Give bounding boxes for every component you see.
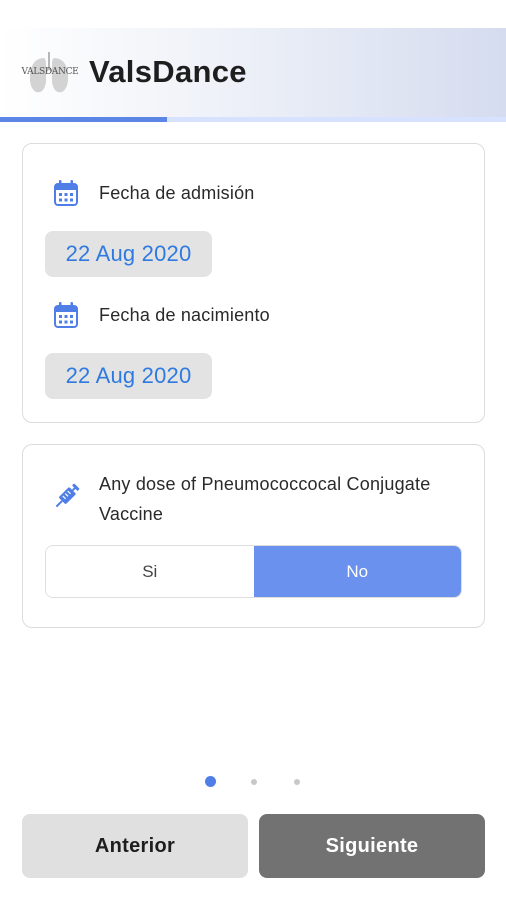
app-header: VALSDANCE ValsDance — [0, 28, 506, 118]
page-dot — [251, 779, 257, 785]
syringe-icon — [55, 483, 80, 508]
app-logo: VALSDANCE — [20, 48, 80, 96]
calendar-icon — [54, 180, 78, 206]
calendar-icon — [54, 302, 78, 328]
admission-date-label: Fecha de admisión — [99, 182, 255, 203]
page-indicator — [0, 776, 506, 788]
yes-no-toggle: Si No — [45, 545, 462, 598]
birth-date-label: Fecha de nacimiento — [99, 304, 270, 325]
logo-wordmark: VALSDANCE — [21, 67, 79, 77]
dates-card: Fecha de admisión 22 Aug 2020 Fecha de n… — [22, 143, 485, 423]
admission-date-picker[interactable]: 22 Aug 2020 — [45, 231, 212, 277]
previous-button[interactable]: Anterior — [22, 814, 248, 878]
page-dot-active — [205, 776, 216, 787]
status-bar-area — [0, 0, 506, 28]
vaccine-card: Any dose of Pneumococcocal Conjugate Vac… — [22, 444, 485, 628]
step-progress-fill — [0, 117, 167, 122]
app-title: ValsDance — [89, 54, 247, 89]
next-button[interactable]: Siguiente — [259, 814, 485, 878]
admission-date-row: Fecha de admisión — [53, 178, 255, 208]
birth-date-picker[interactable]: 22 Aug 2020 — [45, 353, 212, 399]
birth-date-row: Fecha de nacimiento — [53, 300, 270, 330]
option-no-button[interactable]: No — [253, 546, 461, 597]
option-si-button[interactable]: Si — [46, 546, 254, 597]
step-progress-bar — [0, 117, 506, 122]
page-dot — [294, 779, 300, 785]
vaccine-question: Any dose of Pneumococcocal Conjugate Vac… — [99, 474, 431, 524]
